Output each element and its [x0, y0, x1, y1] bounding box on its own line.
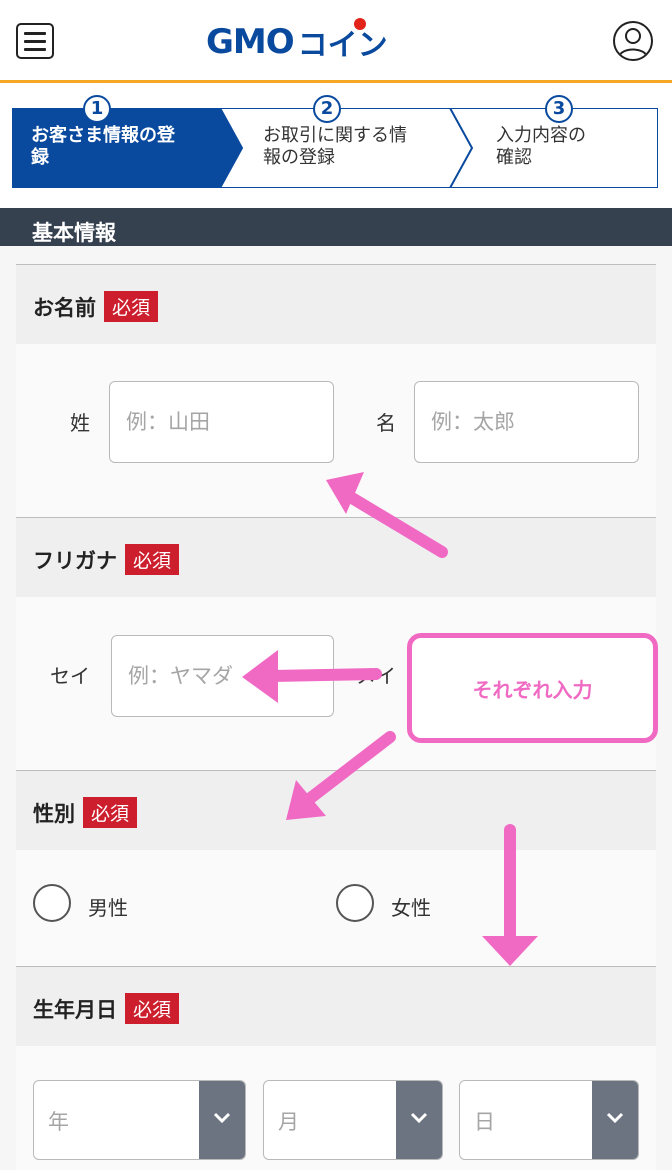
first-name-input[interactable]: [414, 381, 639, 463]
section-title: 基本情報: [32, 221, 116, 245]
kana-first-label: メイ: [356, 664, 396, 688]
step-2-number: 2: [313, 95, 341, 123]
birth-day-value: 日: [474, 1110, 495, 1134]
annotation-callout: それぞれ入力: [407, 633, 658, 743]
user-account-button[interactable]: [613, 21, 653, 61]
birth-month-select[interactable]: 月: [263, 1080, 443, 1160]
required-badge: 必須: [83, 797, 138, 828]
birth-day-select[interactable]: 日: [459, 1080, 639, 1160]
required-badge: 必須: [125, 544, 180, 575]
gender-male-label: 男性: [88, 896, 128, 920]
chevron-down-icon: [592, 1081, 638, 1159]
kana-last-input[interactable]: [111, 635, 334, 717]
kana-last-label: セイ: [50, 664, 90, 688]
field-header-gender: 性別 必須: [16, 770, 656, 850]
app-header: GMO コイン: [0, 0, 672, 83]
logo-red-dot: [353, 18, 366, 30]
required-badge: 必須: [125, 993, 180, 1024]
step-1: 1 お客さま情報の登録: [13, 95, 233, 187]
birth-year-value: 年: [48, 1110, 69, 1134]
last-name-label: 姓: [70, 411, 90, 435]
field-label-gender: 性別 必須: [33, 797, 138, 828]
annotation-text: それぞれ入力: [472, 678, 593, 702]
step-2-label: お取引に関する情 報の登録: [263, 125, 407, 168]
step-3: 3 入力内容の 確認: [477, 95, 657, 187]
gender-male-radio[interactable]: [33, 884, 71, 922]
chevron-down-icon: [396, 1081, 442, 1159]
birth-month-value: 月: [278, 1110, 299, 1134]
hamburger-menu-button[interactable]: [16, 23, 54, 59]
registration-steps: 1 お客さま情報の登録 2 お取引に関する情 報の登録 3 入力内容の 確認: [12, 95, 658, 188]
field-label-kana: フリガナ 必須: [33, 544, 180, 575]
last-name-input[interactable]: [109, 381, 334, 463]
step-1-label: お客さま情報の登録: [31, 125, 175, 168]
step-3-number: 3: [545, 95, 573, 123]
step-3-label: 入力内容の 確認: [496, 125, 586, 168]
user-icon: [618, 28, 648, 58]
step-1-number: 1: [83, 95, 111, 123]
field-label-birthday: 生年月日 必須: [33, 993, 180, 1024]
field-label-name: お名前 必須: [33, 291, 159, 322]
chevron-down-icon: [199, 1081, 245, 1159]
birth-year-select[interactable]: 年: [33, 1080, 246, 1160]
field-header-name: お名前 必須: [16, 264, 656, 344]
gmo-coin-logo[interactable]: GMO コイン: [206, 18, 388, 64]
required-badge: 必須: [104, 291, 159, 322]
logo-gmo-text: GMO: [206, 22, 295, 62]
section-header-basic-info: 基本情報: [0, 208, 672, 246]
field-header-kana: フリガナ 必須: [16, 517, 656, 597]
field-header-birthday: 生年月日 必須: [16, 966, 656, 1046]
gender-female-radio[interactable]: [336, 884, 374, 922]
step-2: 2 お取引に関する情 報の登録: [245, 95, 465, 187]
first-name-label: 名: [376, 411, 396, 435]
gender-female-label: 女性: [391, 896, 431, 920]
logo-coin-text: コイン: [298, 18, 388, 64]
